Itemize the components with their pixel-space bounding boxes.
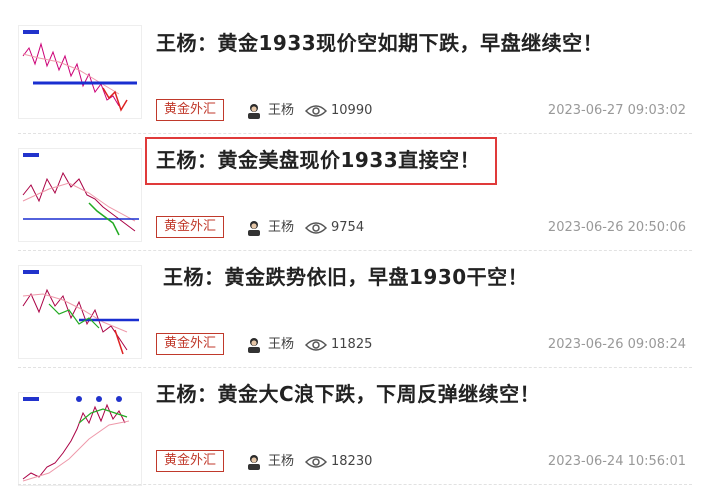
divider: [18, 484, 692, 485]
chart-thumbnail[interactable]: [18, 392, 142, 486]
eye-icon: [305, 339, 327, 351]
author-name: 王杨: [268, 103, 295, 118]
view-count: 10990: [331, 103, 373, 118]
author-name: 王杨: [268, 454, 295, 469]
author-name: 王杨: [268, 220, 295, 235]
avatar: [248, 455, 260, 470]
avatar: [248, 338, 260, 353]
article-title[interactable]: 王杨：黄金跌势依旧，早盘1930干空！: [163, 261, 528, 290]
avatar: [248, 104, 260, 119]
eye-icon: [305, 222, 327, 234]
view-count: 11825: [331, 337, 373, 352]
publish-date: 2023-06-24 10:56:01: [547, 454, 686, 469]
category-tag[interactable]: 黄金外汇: [156, 216, 225, 238]
chart-thumbnail[interactable]: [18, 25, 142, 119]
category-tag[interactable]: 黄金外汇: [156, 333, 225, 355]
article-item[interactable]: 王杨：黄金1933现价空如期下跌，早盘继续空！ 黄金外汇 王杨 10990 20…: [0, 17, 728, 134]
publish-date: 2023-06-26 20:50:06: [547, 220, 686, 235]
chart-thumbnail[interactable]: [18, 265, 142, 359]
article-item[interactable]: 王杨：黄金大C浪下跌，下周反弹继续空！ 黄金外汇 王杨 18230 2023-0…: [0, 368, 728, 486]
article-item[interactable]: 王杨：黄金美盘现价1933直接空！ 黄金外汇 王杨 9754 2023-06-2…: [0, 134, 728, 251]
view-count: 18230: [331, 454, 373, 469]
chart-thumbnail[interactable]: [18, 148, 142, 242]
article-title[interactable]: 王杨：黄金1933现价空如期下跌，早盘继续空！: [156, 27, 603, 56]
category-tag[interactable]: 黄金外汇: [156, 99, 225, 121]
eye-icon: [305, 105, 327, 117]
eye-icon: [305, 456, 327, 468]
author-name: 王杨: [268, 337, 295, 352]
avatar: [248, 221, 260, 236]
category-tag[interactable]: 黄金外汇: [156, 450, 225, 472]
article-title[interactable]: 王杨：黄金大C浪下跌，下周反弹继续空！: [156, 378, 540, 407]
article-item[interactable]: 王杨：黄金跌势依旧，早盘1930干空！ 黄金外汇 王杨 11825 2023-0…: [0, 251, 728, 368]
publish-date: 2023-06-26 09:08:24: [547, 337, 686, 352]
publish-date: 2023-06-27 09:03:02: [547, 103, 686, 118]
view-count: 9754: [331, 220, 365, 235]
article-title[interactable]: 王杨：黄金美盘现价1933直接空！: [156, 144, 480, 173]
